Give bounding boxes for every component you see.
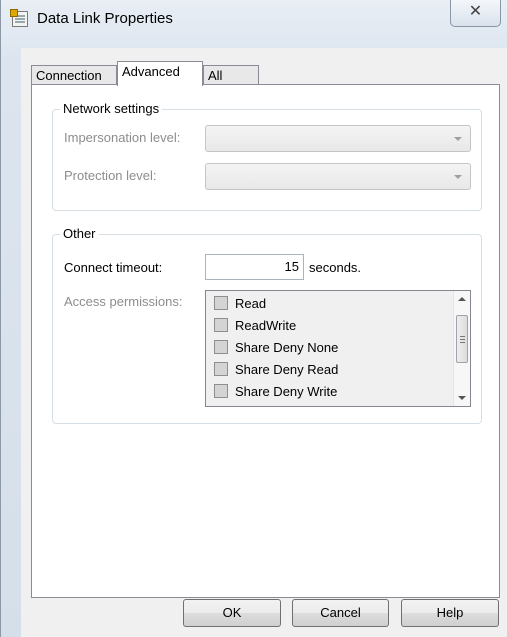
dialog-client-area: Connection Advanced All Network settings… (21, 48, 507, 637)
permission-share-deny-write[interactable]: Share Deny Write (214, 382, 337, 402)
close-button[interactable]: ✕ (450, 0, 501, 27)
permission-label: Share Deny None (235, 340, 339, 355)
impersonation-level-select[interactable] (205, 125, 471, 152)
other-legend: Other (60, 226, 99, 241)
permissions-scrollbar[interactable] (453, 291, 470, 406)
tab-advanced[interactable]: Advanced (117, 61, 203, 86)
advanced-tab-panel: Network settings Impersonation level: Pr… (31, 84, 500, 598)
window-title: Data Link Properties (37, 10, 173, 27)
impersonation-level-label: Impersonation level: (64, 130, 181, 145)
permission-checkbox[interactable] (214, 384, 228, 398)
help-button[interactable]: Help (401, 599, 499, 627)
permission-checkbox[interactable] (214, 318, 228, 332)
chevron-down-icon (454, 137, 462, 141)
permission-label: ReadWrite (235, 318, 297, 333)
close-icon: ✕ (468, 3, 483, 20)
title-bar: Data Link Properties ✕ (1, 0, 507, 48)
cancel-button[interactable]: Cancel (292, 599, 389, 627)
network-settings-group: Network settings Impersonation level: Pr… (52, 101, 482, 211)
scroll-up-icon[interactable] (458, 297, 466, 301)
permission-checkbox[interactable] (214, 296, 228, 310)
chevron-down-icon (454, 175, 462, 179)
permission-share-deny-read[interactable]: Share Deny Read (214, 360, 338, 380)
access-permissions-list[interactable]: Read ReadWrite Share Deny None Share Den… (205, 290, 471, 407)
scroll-down-icon[interactable] (458, 396, 466, 400)
permission-label: Read (235, 296, 267, 311)
grip-line (460, 339, 465, 340)
permission-share-deny-none[interactable]: Share Deny None (214, 338, 338, 358)
permission-label: Share Deny Write (235, 384, 338, 399)
connect-timeout-label: Connect timeout: (64, 260, 163, 275)
grip-line (460, 336, 465, 337)
protection-level-select[interactable] (205, 163, 471, 190)
grip-line (460, 342, 465, 343)
protection-level-label: Protection level: (64, 168, 157, 183)
permission-checkbox[interactable] (214, 340, 228, 354)
data-link-app-icon[interactable] (10, 9, 28, 27)
access-permissions-label: Access permissions: (64, 294, 183, 309)
permission-label: Share Deny Read (235, 362, 339, 377)
timeout-unit-label: seconds. (309, 260, 362, 275)
ok-button[interactable]: OK (183, 599, 281, 627)
scrollbar-thumb[interactable] (456, 315, 468, 363)
permission-read[interactable]: Read (214, 294, 266, 314)
network-settings-legend: Network settings (60, 101, 163, 116)
permission-checkbox[interactable] (214, 362, 228, 376)
dialog-window: Data Link Properties ✕ Connection Advanc… (0, 0, 507, 637)
permission-readwrite[interactable]: ReadWrite (214, 316, 296, 336)
other-group: Other Connect timeout: 15 seconds. Acces… (52, 226, 482, 424)
connect-timeout-input[interactable]: 15 (205, 254, 304, 280)
